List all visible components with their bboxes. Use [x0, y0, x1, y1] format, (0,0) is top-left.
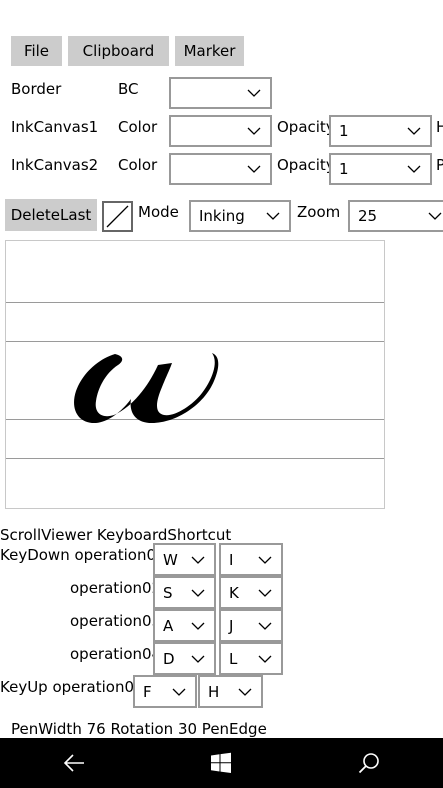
mode-value: Inking	[199, 207, 245, 225]
chevron-down-icon	[247, 165, 261, 173]
ink2-opacity-combo[interactable]: 1	[329, 153, 432, 185]
ink-canvas[interactable]	[5, 240, 385, 509]
op04-key2-value: L	[229, 649, 238, 668]
op02-key1-combo[interactable]: S	[153, 576, 216, 609]
op04-key2-combo[interactable]: L	[219, 642, 283, 675]
chevron-down-icon	[247, 89, 261, 97]
chevron-down-icon	[258, 556, 272, 564]
operation03-label: operation03	[70, 612, 162, 630]
chevron-down-icon	[172, 688, 186, 696]
clipboard-button[interactable]: Clipboard	[68, 36, 169, 66]
delete-last-button[interactable]: DeleteLast	[5, 199, 97, 231]
op04-key1-value: D	[163, 649, 175, 668]
chevron-down-icon	[258, 622, 272, 630]
ink2-opacity-label: Opacity	[277, 156, 335, 174]
ink1-opacity-label: Opacity	[277, 118, 335, 136]
bc-label: BC	[118, 80, 139, 98]
inkcanvas2-label: InkCanvas2	[11, 156, 99, 174]
ink1-opacity-combo[interactable]: 1	[329, 115, 432, 147]
op02-key2-value: K	[229, 583, 239, 602]
mode-combo[interactable]: Inking	[189, 200, 291, 232]
ink-stroke	[74, 353, 219, 424]
op03-key2-value: J	[229, 616, 234, 635]
op02-key1-value: S	[163, 583, 173, 602]
zoom-value: 25	[358, 207, 378, 225]
op01-key1-value: W	[163, 550, 178, 569]
start-button[interactable]	[191, 739, 251, 787]
op02-key2-combo[interactable]: K	[219, 576, 283, 609]
chevron-down-icon	[266, 212, 280, 220]
border-color-combo[interactable]	[169, 77, 272, 109]
zoom-combo[interactable]: 25	[348, 200, 443, 232]
op01-key2-combo[interactable]: I	[219, 543, 283, 576]
ink1-color-label: Color	[118, 118, 158, 136]
ink1-color-combo[interactable]	[169, 115, 272, 147]
ink1-trailing-label: H	[436, 118, 443, 136]
diagonal-line-icon	[106, 205, 129, 228]
op03-key1-combo[interactable]: A	[153, 609, 216, 642]
ink2-color-label: Color	[118, 156, 158, 174]
chevron-down-icon	[238, 688, 252, 696]
windows-icon	[211, 752, 232, 773]
operation02-label: operation02	[70, 579, 162, 597]
chevron-down-icon	[258, 655, 272, 663]
back-icon	[63, 754, 84, 772]
chevron-down-icon	[247, 127, 261, 135]
chevron-down-icon	[191, 655, 205, 663]
op01-key1-combo[interactable]: W	[153, 543, 216, 576]
marker-button[interactable]: Marker	[175, 36, 244, 66]
search-icon	[359, 753, 379, 774]
ink2-color-combo[interactable]	[169, 153, 272, 185]
ink2-trailing-label: P	[436, 156, 443, 174]
op04-key1-combo[interactable]: D	[153, 642, 216, 675]
op01-key2-value: I	[229, 550, 234, 569]
operation04-label: operation04	[70, 645, 162, 663]
op03-key2-combo[interactable]: J	[219, 609, 283, 642]
op03-key1-value: A	[163, 616, 174, 635]
back-button[interactable]	[44, 739, 104, 787]
op05-key2-combo[interactable]: H	[198, 675, 263, 708]
border-label: Border	[11, 80, 62, 98]
ink2-opacity-value: 1	[339, 160, 349, 178]
pen-toggle-button[interactable]	[102, 201, 133, 232]
inkcanvas1-label: InkCanvas1	[11, 118, 99, 136]
zoom-label: Zoom	[297, 203, 341, 221]
chevron-down-icon	[258, 589, 272, 597]
chevron-down-icon	[191, 622, 205, 630]
file-button[interactable]: File	[11, 36, 62, 66]
op05-key2-value: H	[208, 682, 220, 701]
op05-key1-value: F	[143, 682, 152, 701]
mode-label: Mode	[138, 203, 179, 221]
chevron-down-icon	[191, 556, 205, 564]
shortcut-title: ScrollViewer KeyboardShortcut	[0, 526, 232, 544]
keydown-label: KeyDown operation01	[0, 546, 166, 564]
chevron-down-icon	[407, 127, 421, 135]
navigation-bar	[0, 738, 443, 788]
status-text: PenWidth 76 Rotation 30 PenEdge	[11, 720, 267, 738]
op05-key1-combo[interactable]: F	[133, 675, 197, 708]
chevron-down-icon	[428, 212, 442, 220]
ink1-opacity-value: 1	[339, 122, 349, 140]
chevron-down-icon	[191, 589, 205, 597]
keyup-label: KeyUp operation05	[0, 678, 144, 696]
search-button[interactable]	[339, 739, 399, 787]
chevron-down-icon	[407, 165, 421, 173]
